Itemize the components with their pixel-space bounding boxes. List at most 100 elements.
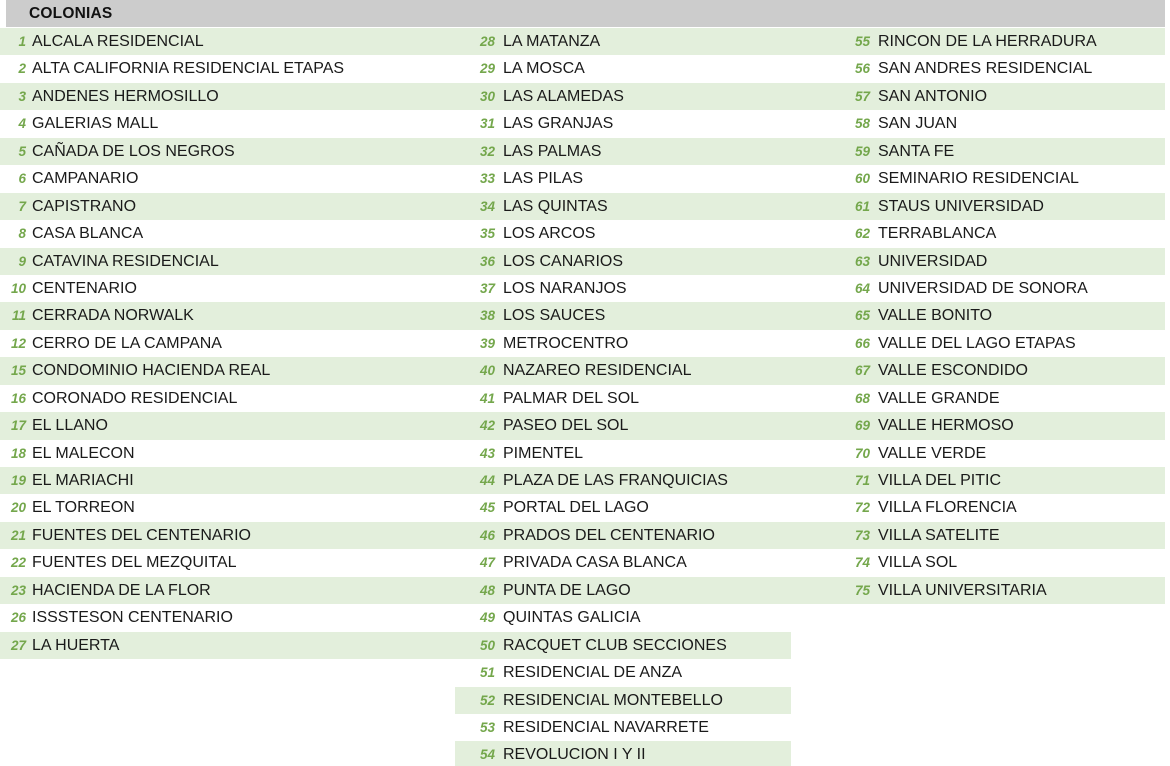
table-row[interactable]: 28 LA MATANZA <box>455 28 830 56</box>
table-row[interactable]: 70 VALLE VERDE <box>830 440 1165 467</box>
table-row[interactable]: 59 SANTA FE <box>830 137 1165 166</box>
table-row[interactable]: 68 VALLE GRANDE <box>830 385 1165 412</box>
table-row[interactable]: 23 HACIENDA DE LA FLOR <box>0 576 455 605</box>
table-row[interactable]: 73 VILLA SATELITE <box>830 521 1165 550</box>
table-row[interactable]: 58 SAN JUAN <box>830 110 1165 137</box>
table-row[interactable]: 1 ALCALA RESIDENCIAL <box>0 28 455 56</box>
table-row[interactable]: 71 VILLA DEL PITIC <box>830 467 1165 495</box>
table-row[interactable]: 51 RESIDENCIAL DE ANZA <box>455 659 830 686</box>
table-row[interactable]: 18 EL MALECON <box>0 440 455 467</box>
table-row[interactable]: 55 RINCON DE LA HERRADURA <box>830 28 1165 56</box>
table-row[interactable]: 9 CATAVINA RESIDENCIAL <box>0 247 455 275</box>
row-number: 74 <box>854 555 870 571</box>
colonia-name: VILLA UNIVERSITARIA <box>878 581 1047 599</box>
table-row[interactable]: 16 CORONADO RESIDENCIAL <box>0 385 455 412</box>
table-row[interactable]: 8 CASA BLANCA <box>0 220 455 247</box>
table-row[interactable]: 15 CONDOMINIO HACIENDA REAL <box>0 357 455 385</box>
row-number: 9 <box>18 253 26 269</box>
row-number: 53 <box>479 719 495 735</box>
table-row[interactable]: 36 LOS CANARIOS <box>455 247 830 275</box>
colonia-name: LA MATANZA <box>503 33 601 50</box>
table-row[interactable]: 37 LOS NARANJOS <box>455 275 830 302</box>
table-row[interactable]: 3 ANDENES HERMOSILLO <box>0 82 455 111</box>
colonia-name: CONDOMINIO HACIENDA REAL <box>32 362 271 380</box>
table-row[interactable]: 54 REVOLUCION I Y II <box>455 741 791 766</box>
table-row[interactable]: 5 CAÑADA DE LOS NEGROS <box>0 137 455 166</box>
row-number: 69 <box>854 418 870 434</box>
table-row[interactable]: 43 PIMENTEL <box>455 440 830 467</box>
table-row[interactable]: 56 SAN ANDRES RESIDENCIAL <box>830 55 1165 82</box>
table-row[interactable]: 32 LAS PALMAS <box>455 137 830 166</box>
table-row[interactable]: 38 LOS SAUCES <box>455 302 830 330</box>
table-row[interactable]: 45 PORTAL DEL LAGO <box>455 494 830 521</box>
colonia-name: RESIDENCIAL DE ANZA <box>503 664 683 682</box>
colonia-name: PRADOS DEL CENTENARIO <box>503 526 715 544</box>
colonia-name: LA MOSCA <box>503 60 585 78</box>
table-row[interactable]: 63 UNIVERSIDAD <box>830 247 1165 275</box>
table-row[interactable]: 66 VALLE DEL LAGO ETAPAS <box>830 330 1165 357</box>
row-number: 15 <box>10 363 26 379</box>
table-row[interactable]: 21 FUENTES DEL CENTENARIO <box>0 521 455 550</box>
colonia-name: LOS NARANJOS <box>503 279 627 297</box>
table-row[interactable]: 10 CENTENARIO <box>0 275 455 302</box>
table-row[interactable]: 57 SAN ANTONIO <box>830 82 1165 111</box>
table-row[interactable]: 34 LAS QUINTAS <box>455 192 830 221</box>
table-row[interactable]: 60 SEMINARIO RESIDENCIAL <box>830 165 1165 192</box>
row-number: 37 <box>479 280 495 296</box>
row-number: 28 <box>479 34 495 49</box>
colonia-name: CATAVINA RESIDENCIAL <box>32 252 219 270</box>
table-row[interactable]: 64 UNIVERSIDAD DE SONORA <box>830 275 1165 302</box>
row-number: 54 <box>479 747 495 763</box>
table-row[interactable]: 35 LOS ARCOS <box>455 220 830 247</box>
table-row[interactable]: 17 EL LLANO <box>0 412 455 440</box>
table-row[interactable]: 69 VALLE HERMOSO <box>830 412 1165 440</box>
table-row[interactable]: 11 CERRADA NORWALK <box>0 302 455 330</box>
row-number: 19 <box>10 473 26 488</box>
table-row[interactable]: 67 VALLE ESCONDIDO <box>830 357 1165 385</box>
colonia-name: VALLE HERMOSO <box>878 417 1014 435</box>
table-row[interactable]: 19 EL MARIACHI <box>0 467 455 495</box>
table-row[interactable]: 42 PASEO DEL SOL <box>455 412 830 440</box>
table-row[interactable]: 62 TERRABLANCA <box>830 220 1165 247</box>
table-row[interactable]: 74 VILLA SOL <box>830 549 1165 576</box>
table-row[interactable]: 4 GALERIAS MALL <box>0 110 455 137</box>
table-row[interactable]: 47 PRIVADA CASA BLANCA <box>455 549 830 576</box>
table-row[interactable]: 50 RACQUET CLUB SECCIONES <box>455 631 791 660</box>
table-row[interactable]: 27 LA HUERTA <box>0 631 455 660</box>
colonia-name: QUINTAS GALICIA <box>503 609 641 627</box>
table-row[interactable]: 48 PUNTA DE LAGO <box>455 576 830 605</box>
table-row[interactable]: 46 PRADOS DEL CENTENARIO <box>455 521 830 550</box>
row-number: 46 <box>479 527 495 543</box>
table-row[interactable]: 39 METROCENTRO <box>455 330 830 357</box>
table-row[interactable]: 53 RESIDENCIAL NAVARRETE <box>455 714 830 741</box>
table-row[interactable]: 20 EL TORREON <box>0 494 455 521</box>
table-row[interactable]: 6 CAMPANARIO <box>0 165 455 192</box>
colonia-name: VALLE DEL LAGO ETAPAS <box>878 334 1076 352</box>
table-row[interactable]: 41 PALMAR DEL SOL <box>455 385 830 412</box>
colonia-name: EL TORREON <box>32 499 135 517</box>
table-row[interactable]: 29 LA MOSCA <box>455 55 830 82</box>
table-row[interactable]: 40 NAZAREO RESIDENCIAL <box>455 357 830 385</box>
table-row[interactable]: 22 FUENTES DEL MEZQUITAL <box>0 549 455 576</box>
row-number: 17 <box>10 418 26 434</box>
table-row[interactable]: 26 ISSSTESON CENTENARIO <box>0 604 455 631</box>
table-row[interactable]: 72 VILLA FLORENCIA <box>830 494 1165 521</box>
colonia-name: TERRABLANCA <box>878 225 997 243</box>
table-row[interactable]: 75 VILLA UNIVERSITARIA <box>830 576 1165 605</box>
table-row[interactable]: 30 LAS ALAMEDAS <box>455 82 830 111</box>
table-row[interactable]: 65 VALLE BONITO <box>830 302 1165 330</box>
row-number: 31 <box>479 116 495 132</box>
table-row[interactable]: 52 RESIDENCIAL MONTEBELLO <box>455 686 791 714</box>
table-row[interactable]: 2 ALTA CALIFORNIA RESIDENCIAL ETAPAS <box>0 55 455 82</box>
colonia-name: LAS ALAMEDAS <box>503 87 624 105</box>
table-row[interactable]: 49 QUINTAS GALICIA <box>455 604 830 631</box>
row-number: 52 <box>479 692 495 708</box>
table-row[interactable]: 31 LAS GRANJAS <box>455 110 830 137</box>
colonia-name: PALMAR DEL SOL <box>503 389 640 407</box>
table-row[interactable]: 61 STAUS UNIVERSIDAD <box>830 192 1165 221</box>
colonia-name: STAUS UNIVERSIDAD <box>878 197 1044 215</box>
table-row[interactable]: 33 LAS PILAS <box>455 165 830 192</box>
table-row[interactable]: 12 CERRO DE LA CAMPANA <box>0 330 455 357</box>
table-row[interactable]: 44 PLAZA DE LAS FRANQUICIAS <box>455 467 830 495</box>
table-row[interactable]: 7 CAPISTRANO <box>0 192 455 221</box>
